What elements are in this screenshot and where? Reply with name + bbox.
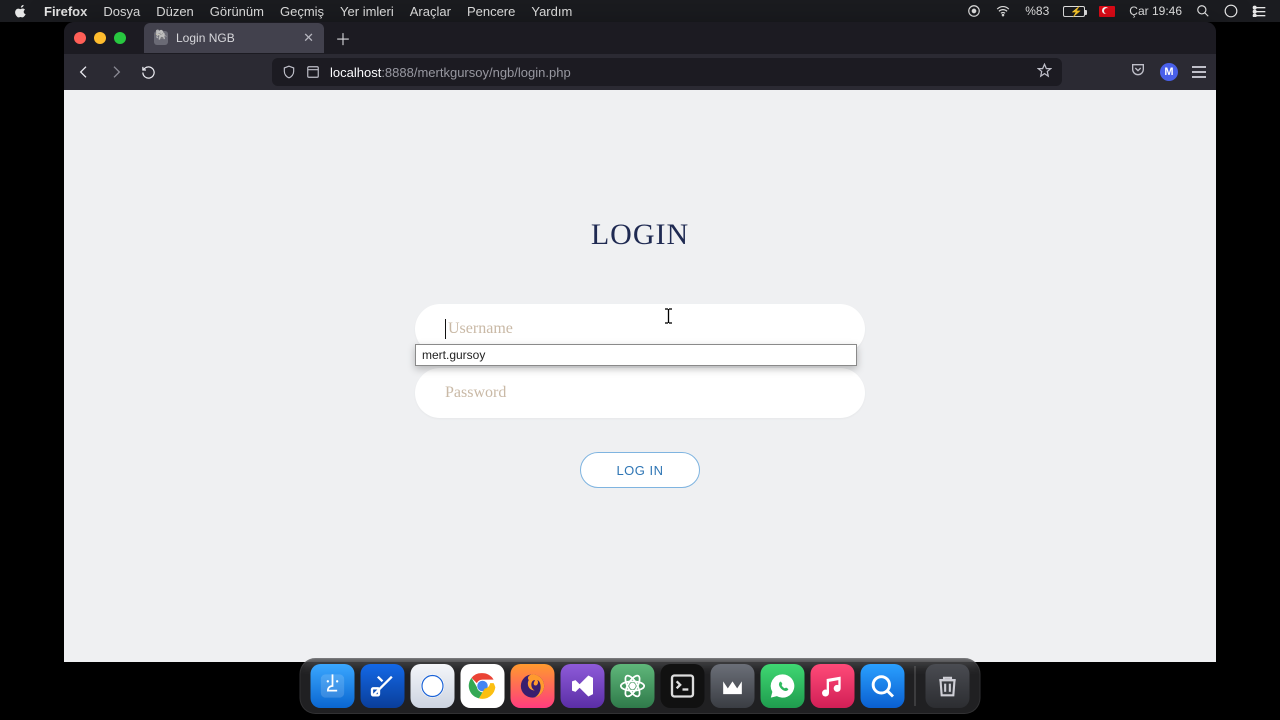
menu-history[interactable]: Geçmiş (280, 4, 324, 19)
wifi-icon[interactable] (995, 4, 1011, 18)
window-close-button[interactable] (74, 32, 86, 44)
password-input[interactable] (445, 384, 835, 402)
dock-app-whatsapp[interactable] (761, 664, 805, 708)
url-text: localhost:8888/mertkgursoy/ngb/login.php (330, 65, 571, 80)
browser-toolbar: localhost:8888/mertkgursoy/ngb/login.php… (64, 54, 1216, 90)
dock-app-finder[interactable] (311, 664, 355, 708)
battery-percent[interactable]: %83 (1025, 4, 1049, 18)
menu-tools[interactable]: Araçlar (410, 4, 451, 19)
macos-dock (300, 658, 981, 714)
firefox-window: Login NGB ✕ ＋ localhost:8888/mertkgursoy… (64, 22, 1216, 662)
pocket-icon[interactable] (1130, 62, 1146, 83)
dock-app-visual-studio[interactable] (561, 664, 605, 708)
page-viewport: LOGIN LOG IN mert.gursoy (64, 90, 1216, 662)
login-button[interactable]: LOG IN (580, 452, 700, 488)
screen-record-icon[interactable] (967, 4, 981, 18)
dock-app-terminal[interactable] (661, 664, 705, 708)
menu-help[interactable]: Yardım (531, 4, 572, 19)
reload-button[interactable] (138, 62, 158, 82)
autocomplete-item[interactable]: mert.gursoy (416, 345, 856, 365)
firefox-account-avatar[interactable]: M (1160, 63, 1178, 81)
menubar-clock[interactable]: Çar 19:46 (1129, 4, 1182, 18)
control-center-icon[interactable] (1252, 5, 1268, 17)
login-form: LOGIN LOG IN (64, 90, 1216, 488)
address-bar[interactable]: localhost:8888/mertkgursoy/ngb/login.php (272, 58, 1062, 86)
menu-edit[interactable]: Düzen (156, 4, 194, 19)
apple-menu-icon[interactable] (14, 4, 28, 18)
text-caret (445, 319, 446, 339)
dock-app-atom[interactable] (611, 664, 655, 708)
input-source-flag-icon[interactable] (1099, 6, 1115, 17)
window-controls (74, 32, 126, 44)
siri-icon[interactable] (1224, 4, 1238, 18)
battery-icon[interactable]: ⚡ (1063, 6, 1085, 17)
dock-app-quicktime[interactable] (861, 664, 905, 708)
tab-close-icon[interactable]: ✕ (303, 30, 314, 46)
back-button[interactable] (74, 62, 94, 82)
page-title: LOGIN (591, 218, 689, 252)
tab-bar: Login NGB ✕ ＋ (64, 22, 1216, 54)
tracking-protection-icon[interactable] (282, 65, 296, 79)
bookmark-star-icon[interactable] (1037, 63, 1052, 81)
macos-menubar: Firefox Dosya Düzen Görünüm Geçmiş Yer i… (0, 0, 1280, 22)
tab-title: Login NGB (176, 31, 295, 45)
dock-app-mamp[interactable] (711, 664, 755, 708)
forward-button[interactable] (106, 62, 126, 82)
menu-window[interactable]: Pencere (467, 4, 515, 19)
menu-view[interactable]: Görünüm (210, 4, 264, 19)
dock-separator (915, 666, 916, 706)
tab-favicon-icon (154, 31, 168, 45)
dock-app-music[interactable] (811, 664, 855, 708)
dock-app-safari[interactable] (411, 664, 455, 708)
window-minimize-button[interactable] (94, 32, 106, 44)
dock-app-xcode[interactable] (361, 664, 405, 708)
new-tab-button[interactable]: ＋ (330, 25, 356, 51)
dock-app-chrome[interactable] (461, 664, 505, 708)
spotlight-icon[interactable] (1196, 4, 1210, 18)
username-input[interactable] (448, 320, 835, 338)
menu-file[interactable]: Dosya (103, 4, 140, 19)
app-menu-icon[interactable] (1192, 66, 1206, 78)
password-field-wrap (415, 368, 865, 418)
browser-tab[interactable]: Login NGB ✕ (144, 23, 324, 53)
site-identity-icon[interactable] (306, 65, 320, 79)
menu-bookmarks[interactable]: Yer imleri (340, 4, 394, 19)
active-app-name[interactable]: Firefox (44, 4, 87, 19)
dock-trash[interactable] (926, 664, 970, 708)
window-maximize-button[interactable] (114, 32, 126, 44)
autocomplete-dropdown: mert.gursoy (415, 344, 857, 366)
dock-app-firefox[interactable] (511, 664, 555, 708)
